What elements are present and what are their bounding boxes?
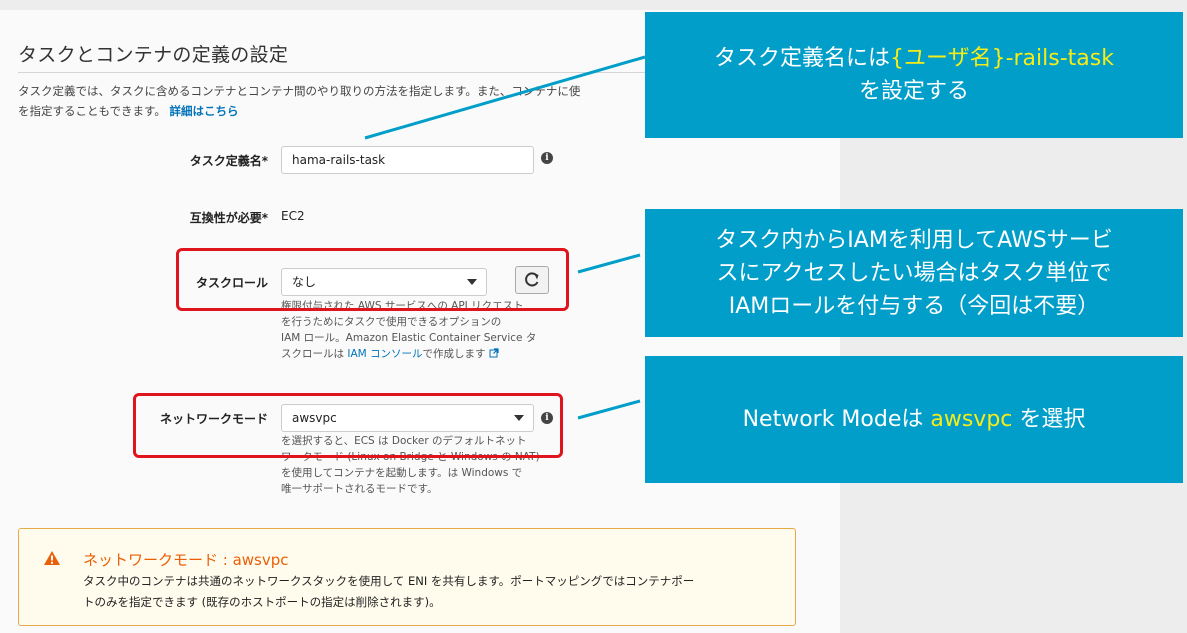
warning-body: タスク中のコンテナは共通のネットワークスタックを使用して ENI を共有します。… — [83, 571, 783, 613]
callout-task-name-pre: タスク定義名には — [714, 46, 891, 71]
network-mode-warning-alert: ネットワークモード : awsvpc タスク中のコンテナは共通のネットワークスタ… — [18, 528, 796, 626]
callout-task-role: タスク内からIAMを利用してAWSサービ スにアクセスしたい場合はタスク単位で … — [645, 209, 1183, 337]
callout-task-name-highlight: {ユーザ名} — [890, 46, 1006, 71]
callout-task-role-line3: IAMロールを付与する（今回は不要） — [728, 293, 1100, 319]
callout-network-mode-pre: Network Modeは — [742, 407, 931, 432]
callout-network-mode-post: を選択 — [1012, 407, 1086, 432]
callout-task-name-line2: を設定する — [858, 79, 969, 104]
callout-task-role-line1: タスク内からIAMを利用してAWSサービ — [715, 227, 1113, 253]
callout-network-mode-highlight: awsvpc — [930, 407, 1013, 432]
callout-network-mode-line: Network Modeは awsvpc を選択 — [645, 403, 1183, 436]
warning-icon — [44, 551, 60, 565]
connector-line-task-role — [577, 253, 641, 274]
callout-task-role-line2: スにアクセスしたい場合はタスク単位で — [716, 260, 1112, 286]
callout-task-name-post: -rails-task — [1005, 46, 1114, 71]
connector-line-network-mode — [577, 399, 641, 420]
warning-line1: タスク中のコンテナは共通のネットワークスタックを使用して ENI を共有します。… — [83, 574, 695, 588]
warning-line2: トのみを指定できます (既存のホストポートの指定は削除されます)。 — [83, 595, 441, 609]
connector-line-task-name — [364, 55, 646, 140]
warning-title: ネットワークモード : awsvpc — [83, 551, 289, 569]
callout-task-name: タスク定義名には{ユーザ名}-rails-task を設定する — [645, 12, 1183, 138]
callout-task-name-line1: タスク定義名には{ユーザ名}-rails-task — [645, 42, 1183, 75]
callout-network-mode: Network Modeは awsvpc を選択 — [645, 356, 1183, 483]
